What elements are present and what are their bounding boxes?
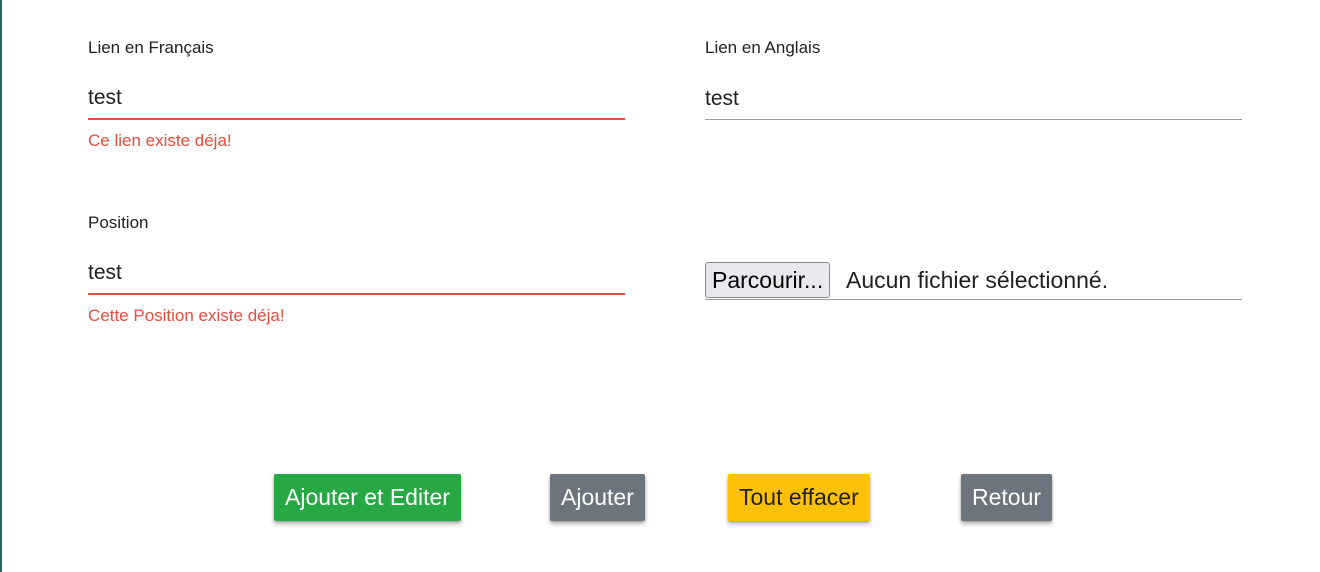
file-upload-field: Parcourir... Aucun fichier sélectionné.: [705, 262, 1242, 300]
link-fr-label: Lien en Français: [88, 38, 214, 57]
position-label: Position: [88, 213, 149, 232]
position-error: Cette Position existe déja!: [88, 306, 285, 325]
clear-all-button[interactable]: Tout effacer: [728, 474, 870, 521]
back-button[interactable]: Retour: [961, 474, 1053, 521]
link-en-input[interactable]: [705, 78, 1242, 120]
form-page: Lien en Français Ce lien existe déja! Li…: [0, 0, 1320, 572]
link-fr-error: Ce lien existe déja!: [88, 131, 232, 150]
position-input[interactable]: [88, 253, 625, 295]
file-status-text: Aucun fichier sélectionné.: [846, 267, 1109, 293]
link-en-label: Lien en Anglais: [705, 38, 821, 57]
add-and-edit-button[interactable]: Ajouter et Editer: [274, 474, 461, 521]
link-fr-input[interactable]: [88, 78, 625, 120]
browse-file-button[interactable]: Parcourir...: [705, 262, 831, 298]
add-button[interactable]: Ajouter: [550, 474, 645, 521]
